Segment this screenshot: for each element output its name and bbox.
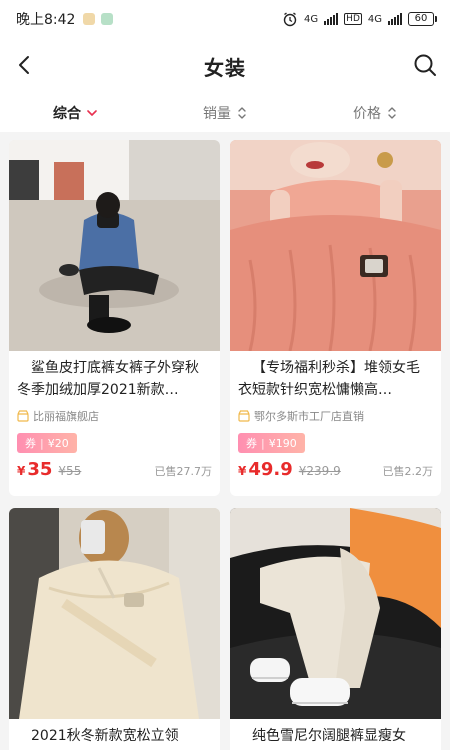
back-button[interactable] xyxy=(10,50,40,80)
product-card[interactable]: 鲨鱼皮打底裤女裤子外穿秋冬季加绒加厚2021新款… 比丽福旗舰店 券 | ¥20… xyxy=(9,140,220,496)
product-name[interactable]: 【专场福利秒杀】堆领女毛衣短款针织宽松慵懒高… xyxy=(230,351,441,403)
sort-updown-icon xyxy=(388,107,396,119)
chevron-down-icon xyxy=(87,110,97,116)
product-card[interactable]: 【专场福利秒杀】堆领女毛衣短款针织宽松慵懒高… 鄂尔多斯市工厂店直销 券 | ¥… xyxy=(230,140,441,496)
message-notification-icon xyxy=(101,13,114,25)
status-time: 晚上8:42 xyxy=(16,12,76,28)
product-grid: 鲨鱼皮打底裤女裤子外穿秋冬季加绒加厚2021新款… 比丽福旗舰店 券 | ¥20… xyxy=(0,132,450,750)
sold-count: 已售27.7万 xyxy=(154,465,213,478)
signal-icon-2 xyxy=(388,13,402,25)
coupon-value: ¥20 xyxy=(47,436,69,450)
original-price: ¥55 xyxy=(58,464,82,478)
shop-name: 比丽福旗舰店 xyxy=(33,410,99,423)
sort-price-label: 价格 xyxy=(353,106,381,122)
sort-sales-label: 销量 xyxy=(203,106,231,122)
sort-updown-icon xyxy=(238,107,246,119)
chevron-left-icon xyxy=(19,56,29,74)
currency-symbol: ¥ xyxy=(17,464,26,478)
product-photo-leggings xyxy=(9,140,220,351)
product-photo-sweater xyxy=(230,140,441,351)
alarm-icon xyxy=(283,12,297,27)
product-name[interactable]: 鲨鱼皮打底裤女裤子外穿秋冬季加绒加厚2021新款… xyxy=(9,351,220,403)
search-button[interactable] xyxy=(410,50,440,80)
store-icon xyxy=(238,410,250,422)
price-value: 35 xyxy=(27,459,53,480)
product-image[interactable] xyxy=(9,140,220,351)
product-image[interactable] xyxy=(9,508,220,719)
search-icon xyxy=(414,54,436,76)
shop-row[interactable]: 鄂尔多斯市工厂店直销 xyxy=(230,403,441,425)
coupon-divider: | xyxy=(40,436,44,450)
sort-bar: 综合 销量 价格 xyxy=(0,94,450,132)
app-notification-icon xyxy=(83,13,96,25)
product-photo-fleece-jacket xyxy=(9,508,220,719)
current-price: ¥49.9 xyxy=(238,459,293,480)
product-card[interactable]: 2021秋冬新款宽松立领 xyxy=(9,508,220,750)
product-name[interactable]: 2021秋冬新款宽松立领 xyxy=(9,719,220,750)
product-image[interactable] xyxy=(230,140,441,351)
product-image[interactable] xyxy=(230,508,441,719)
sold-count: 已售2.2万 xyxy=(382,465,434,478)
sort-comprehensive-label: 综合 xyxy=(53,106,81,122)
price-row: ¥49.9 ¥239.9 已售2.2万 xyxy=(230,453,441,480)
shop-row[interactable]: 比丽福旗舰店 xyxy=(9,403,220,425)
battery-icon: 60 xyxy=(408,12,437,26)
page-title: 女装 xyxy=(204,55,246,80)
status-bar: 晚上8:42 4G HD 4G 60 xyxy=(0,0,450,38)
product-photo-wide-pants xyxy=(230,508,441,719)
current-price: ¥35 xyxy=(17,459,52,480)
status-indicators: 4G HD 4G 60 xyxy=(282,11,437,27)
store-icon xyxy=(17,410,29,422)
network-label-2: 4G xyxy=(367,13,382,25)
coupon-badge[interactable]: 券 | ¥20 xyxy=(17,433,77,453)
coupon-badge[interactable]: 券 | ¥190 xyxy=(238,433,305,453)
network-label-1: 4G xyxy=(304,13,319,25)
currency-symbol: ¥ xyxy=(238,464,247,478)
coupon-label: 券 xyxy=(25,437,36,450)
product-card[interactable]: 纯色雪尼尔阔腿裤显瘦女 xyxy=(230,508,441,750)
sort-price[interactable]: 价格 xyxy=(300,103,450,123)
coupon-value: ¥190 xyxy=(268,436,297,450)
hd-badge: HD xyxy=(344,13,362,25)
signal-icon xyxy=(324,13,339,25)
sort-sales[interactable]: 销量 xyxy=(150,103,300,123)
coupon-divider: | xyxy=(261,436,265,450)
notification-icons xyxy=(83,13,114,25)
coupon-label: 券 xyxy=(246,437,257,450)
sort-comprehensive[interactable]: 综合 xyxy=(0,103,150,123)
price-value: 49.9 xyxy=(248,459,293,480)
product-name[interactable]: 纯色雪尼尔阔腿裤显瘦女 xyxy=(230,719,441,750)
shop-name: 鄂尔多斯市工厂店直销 xyxy=(254,410,364,423)
original-price: ¥239.9 xyxy=(298,464,341,478)
price-row: ¥35 ¥55 已售27.7万 xyxy=(9,453,220,480)
header: 女装 xyxy=(0,38,450,94)
